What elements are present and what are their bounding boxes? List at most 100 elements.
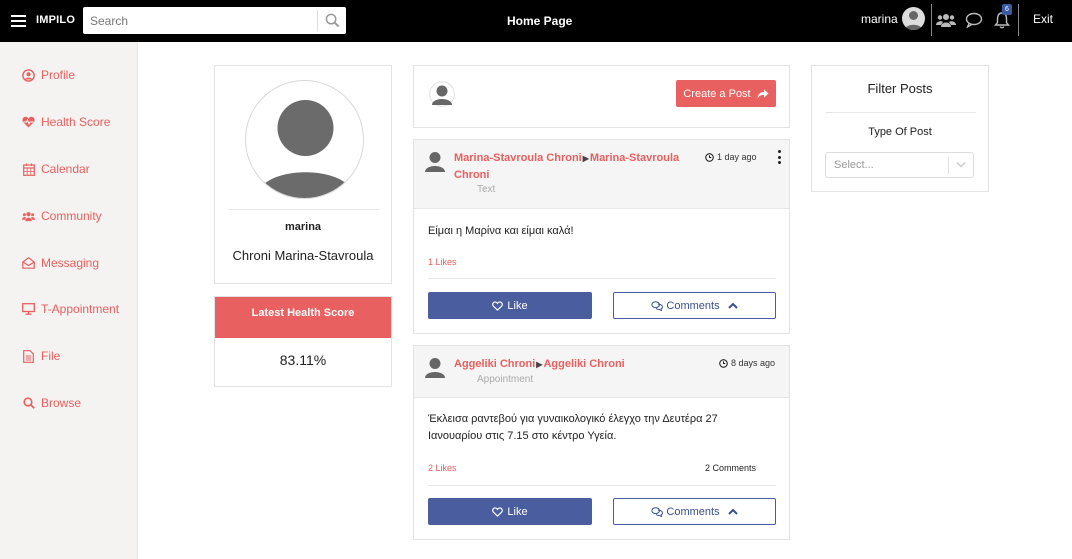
divider — [948, 157, 949, 174]
post-author-link[interactable]: Marina-Stavroula Chroni — [454, 152, 582, 164]
sidebar-item-label: Browse — [41, 396, 82, 410]
comments-count[interactable]: 2 Comments — [705, 463, 756, 473]
search-icon — [22, 397, 35, 410]
sidebar-item-health-score[interactable]: Health Score — [22, 112, 110, 132]
community-button[interactable] — [936, 10, 956, 30]
health-score-heading: Latest Health Score — [215, 297, 391, 338]
post-type-label: Type Of Post — [868, 126, 932, 138]
caret-right-icon: ▶ — [582, 154, 589, 163]
post-type: Appointment — [477, 374, 534, 385]
create-post-label: Create a Post — [683, 87, 751, 100]
post-timestamp: 8 days ago — [719, 358, 775, 368]
user-avatar-icon — [256, 100, 355, 198]
user-avatar-icon — [905, 11, 922, 30]
profile-username: marina — [284, 221, 322, 233]
profile-card: marina Chroni Marina-Stavroula — [214, 65, 392, 284]
post-header: Aggeliki Chroni▶Aggeliki Chroni Appointm… — [414, 346, 789, 398]
notification-badge: 6 — [1002, 4, 1012, 15]
clock-icon — [705, 152, 714, 162]
divider — [1018, 4, 1019, 36]
health-score-value: 83.11% — [279, 352, 327, 368]
sidebar-item-profile[interactable]: Profile — [22, 65, 75, 85]
post-timestamp: 1 day ago — [705, 152, 757, 162]
divider — [428, 278, 776, 279]
heart-icon — [492, 506, 504, 517]
user-name[interactable]: marina — [861, 12, 898, 26]
select-value: Select... — [834, 159, 874, 171]
health-score-card: Latest Health Score 83.11% — [214, 296, 392, 387]
avatar[interactable] — [902, 7, 925, 30]
heartbeat-icon — [22, 116, 35, 129]
post-body: Έκλεισα ραντεβού για γυναικολογικό έλεγχ… — [428, 413, 718, 442]
avatar — [429, 81, 455, 107]
post-author-link[interactable]: Aggeliki Chroni — [454, 358, 535, 370]
calendar-icon — [22, 163, 35, 176]
post-type: Text — [477, 184, 496, 195]
post-options-icon[interactable] — [776, 150, 782, 164]
sidebar-item-browse[interactable]: Browse — [22, 393, 81, 413]
divider — [428, 485, 776, 486]
heart-icon — [492, 300, 504, 311]
post-type-select[interactable]: Select... — [825, 152, 974, 178]
user-avatar-icon — [429, 81, 455, 107]
comments-icon — [651, 506, 664, 517]
sidebar-item-community[interactable]: Community — [22, 206, 102, 226]
messages-button[interactable] — [964, 10, 984, 30]
divider — [826, 112, 976, 113]
post-recipient-link[interactable]: Aggeliki Chroni — [543, 358, 624, 370]
hamburger-menu-icon[interactable] — [11, 15, 26, 27]
search-input[interactable] — [83, 7, 317, 34]
post-card: Aggeliki Chroni▶Aggeliki Chroni Appointm… — [413, 345, 790, 540]
exit-link[interactable]: Exit — [1033, 12, 1053, 26]
search-icon — [325, 13, 339, 28]
divider — [229, 209, 379, 210]
post-card: Marina-Stavroula Chroni▶Marina-Stavroula… — [413, 139, 790, 334]
post-header: Marina-Stavroula Chroni▶Marina-Stavroula… — [414, 140, 789, 209]
sidebar-item-messaging[interactable]: Messaging — [22, 253, 99, 273]
comments-button[interactable]: Comments — [613, 292, 776, 319]
chevron-up-icon — [727, 302, 738, 309]
sidebar-item-label: Community — [41, 209, 102, 223]
create-post-card: Create a Post — [413, 65, 790, 128]
sidebar-item-label: File — [41, 349, 61, 363]
page-title: Home Page — [507, 14, 573, 28]
comments-button[interactable]: Comments — [613, 498, 776, 525]
search-bar — [83, 7, 346, 34]
brand-logo[interactable]: IMPILO — [36, 14, 75, 26]
user-circle-icon — [22, 68, 35, 82]
users-icon — [936, 14, 956, 27]
envelope-open-icon — [22, 257, 35, 270]
caret-right-icon: ▶ — [536, 360, 543, 369]
sidebar-item-file[interactable]: File — [22, 346, 60, 366]
chevron-up-icon — [727, 508, 738, 515]
file-icon — [22, 349, 35, 363]
sidebar-item-t-appointment[interactable]: T-Appointment — [22, 299, 119, 319]
like-button[interactable]: Like — [428, 498, 592, 525]
sidebar: Profile Health Score Calendar Community … — [0, 42, 138, 559]
post-authors: Aggeliki Chroni▶Aggeliki Chroni — [454, 356, 694, 373]
search-button[interactable] — [317, 10, 346, 31]
users-icon — [22, 210, 35, 223]
sidebar-item-label: T-Appointment — [41, 302, 120, 316]
user-avatar-icon — [425, 152, 445, 172]
like-button[interactable]: Like — [428, 292, 592, 319]
share-arrow-icon — [757, 89, 769, 98]
monitor-icon — [22, 303, 35, 316]
top-navbar: IMPILO Home Page marina 6 Exit — [0, 0, 1072, 42]
likes-count[interactable]: 1 Likes — [428, 257, 457, 267]
chat-bubble-icon — [965, 12, 983, 28]
sidebar-item-label: Calendar — [41, 162, 90, 176]
sidebar-item-calendar[interactable]: Calendar — [22, 159, 90, 179]
profile-full-name: Chroni Marina-Stavroula — [232, 248, 374, 263]
profile-avatar[interactable] — [245, 80, 364, 199]
avatar[interactable] — [422, 148, 448, 174]
filter-title: Filter Posts — [867, 81, 933, 96]
create-post-button[interactable]: Create a Post — [676, 80, 776, 107]
sidebar-item-label: Health Score — [41, 115, 111, 129]
post-body: Είμαι η Μαρίνα και είμαι καλά! — [428, 225, 574, 237]
chevron-down-icon — [956, 161, 966, 168]
sidebar-item-label: Profile — [41, 68, 76, 82]
divider — [931, 4, 932, 36]
avatar[interactable] — [422, 354, 448, 380]
likes-count[interactable]: 2 Likes — [428, 463, 457, 473]
